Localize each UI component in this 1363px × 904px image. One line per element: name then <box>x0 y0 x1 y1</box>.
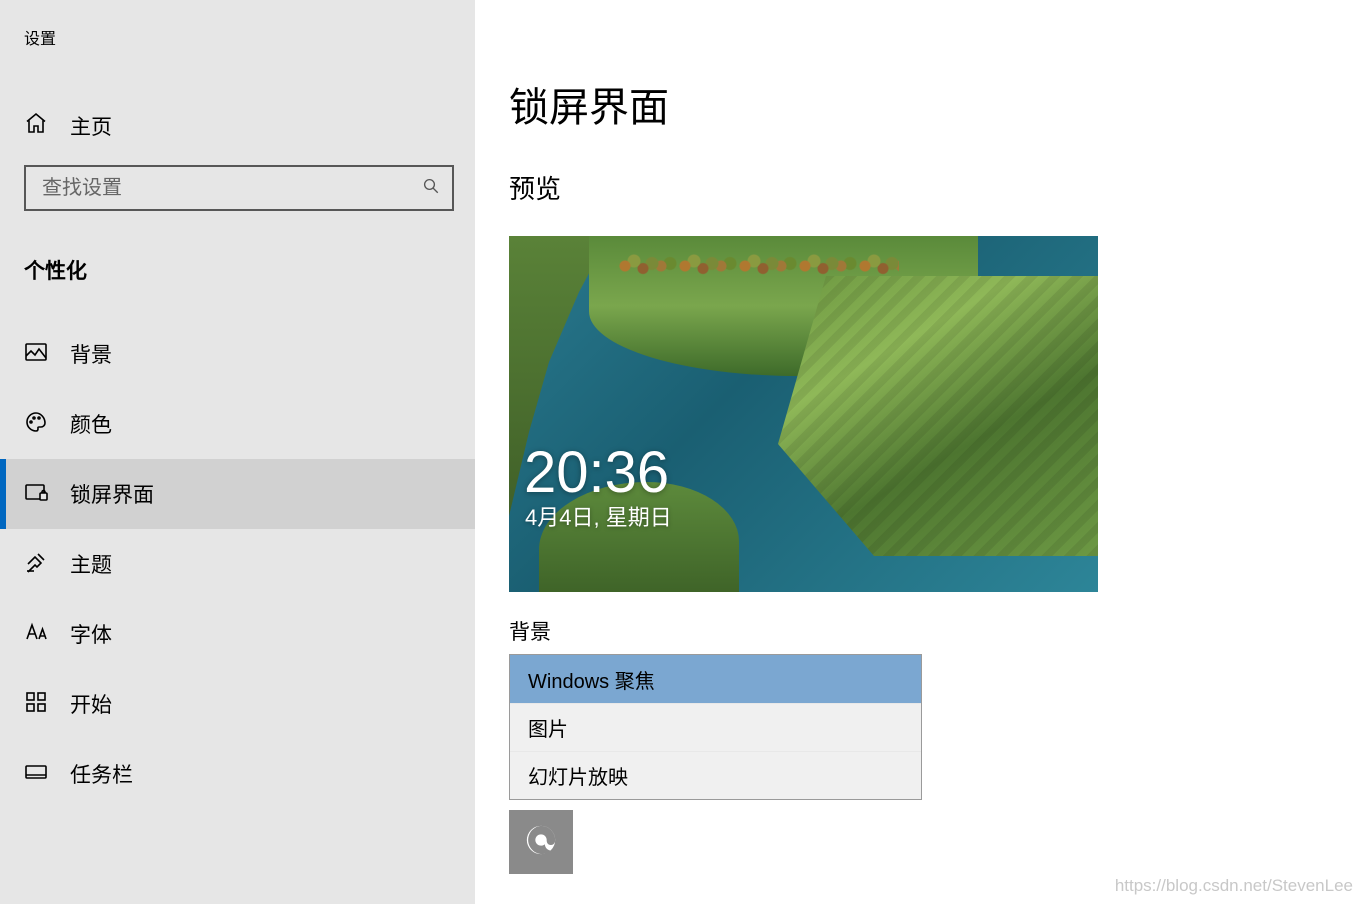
sidebar-item-lockscreen[interactable]: 锁屏界面 <box>0 459 475 529</box>
preview-time: 20:36 <box>524 439 669 506</box>
background-dropdown[interactable]: Windows 聚焦 图片 幻灯片放映 <box>509 654 922 800</box>
dropdown-option-picture[interactable]: 图片 <box>510 703 921 751</box>
home-icon <box>24 111 48 141</box>
app-title: 设置 <box>0 15 475 59</box>
search-icon <box>422 177 440 200</box>
start-icon <box>24 690 48 719</box>
lockscreen-preview: 20:36 4月4日, 星期日 <box>509 236 1098 592</box>
sidebar-item-fonts[interactable]: 字体 <box>0 599 475 669</box>
themes-icon <box>24 550 48 579</box>
taskbar-icon <box>24 760 48 789</box>
sidebar-item-taskbar[interactable]: 任务栏 <box>0 739 475 809</box>
sidebar-item-label: 字体 <box>70 619 112 649</box>
lockscreen-icon <box>24 480 48 509</box>
search-box[interactable] <box>24 165 454 211</box>
sidebar-item-colors[interactable]: 颜色 <box>0 389 475 459</box>
sidebar-item-label: 任务栏 <box>70 759 133 789</box>
search-input[interactable] <box>42 177 422 200</box>
dropdown-option-slideshow[interactable]: 幻灯片放映 <box>510 751 921 799</box>
dropdown-option-spotlight[interactable]: Windows 聚焦 <box>510 655 921 703</box>
watermark: https://blog.csdn.net/StevenLee <box>1115 876 1353 896</box>
background-label: 背景 <box>509 616 1363 646</box>
nav: 背景 颜色 锁屏界面 <box>0 319 475 809</box>
sidebar: 设置 主页 个性化 背景 <box>0 0 475 904</box>
main-content: 锁屏界面 预览 20:36 4月4日, 星期日 背景 Windows 聚焦 图片… <box>475 0 1363 904</box>
palette-icon <box>24 410 48 439</box>
sidebar-item-label: 锁屏界面 <box>70 479 154 509</box>
sidebar-item-background[interactable]: 背景 <box>0 319 475 389</box>
status-app-tile[interactable] <box>509 810 573 874</box>
edge-icon <box>524 823 558 862</box>
page-title: 锁屏界面 <box>509 75 1363 133</box>
sidebar-item-label: 颜色 <box>70 409 112 439</box>
sidebar-item-label: 主题 <box>70 549 112 579</box>
home-label: 主页 <box>70 111 112 141</box>
sidebar-item-start[interactable]: 开始 <box>0 669 475 739</box>
sidebar-item-label: 背景 <box>70 339 112 369</box>
font-icon <box>24 620 48 649</box>
preview-date: 4月4日, 星期日 <box>525 500 672 532</box>
sidebar-item-label: 开始 <box>70 689 112 719</box>
category-heading: 个性化 <box>0 255 475 285</box>
preview-bg <box>509 236 1098 592</box>
home-link[interactable]: 主页 <box>0 111 475 141</box>
sidebar-item-themes[interactable]: 主题 <box>0 529 475 599</box>
preview-label: 预览 <box>509 169 1363 206</box>
picture-icon <box>24 340 48 369</box>
